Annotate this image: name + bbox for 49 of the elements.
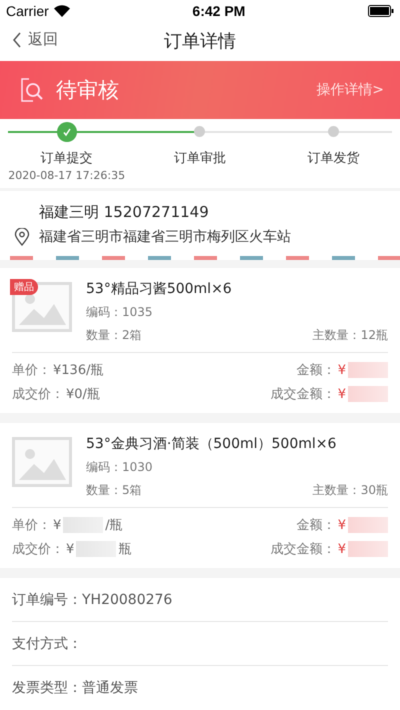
info-label: 支付方式： [12, 634, 82, 652]
price-value: ¥ [66, 542, 74, 556]
main-quantity: 主数量：30瓶 [312, 482, 388, 499]
price-value: ¥ [338, 542, 346, 556]
price-value: ¥136/瓶 [53, 362, 104, 379]
price-value: ¥ [53, 518, 62, 532]
price-value: ¥ [338, 518, 346, 532]
page-title: 订单详情 [164, 30, 236, 53]
info-value: YH20080276 [82, 592, 172, 608]
step-label: 订单提交 [40, 150, 93, 167]
image-placeholder-icon [12, 437, 72, 487]
price-value: ¥ [338, 386, 346, 402]
price-value: ¥0/瓶 [66, 386, 100, 403]
main-quantity: 主数量：12瓶 [312, 327, 388, 344]
price-unit: 瓶 [118, 541, 132, 558]
location-pin-icon [14, 228, 30, 246]
clock-time: 6:42 PM [192, 2, 246, 19]
order-status: 待审核 [56, 76, 119, 104]
price-label: 金额： [296, 362, 336, 379]
step-label: 订单发货 [307, 150, 360, 167]
info-label: 订单编号： [12, 590, 82, 608]
price-label: 金额： [296, 517, 336, 534]
product-code: 编码：1035 [86, 304, 154, 321]
info-value: 普通发票 [82, 679, 138, 697]
wifi-icon [54, 4, 70, 17]
product-name: 53°金典习酒·简装（500ml）500ml×6 [86, 435, 338, 453]
price-unit: /瓶 [105, 517, 123, 534]
gift-badge: 赠品 [10, 279, 38, 295]
product-name: 53°精品习酱500ml×6 [86, 280, 233, 298]
price-label: 单价： [12, 517, 51, 534]
contact-name-phone: 福建三明 15207271149 [38, 203, 210, 222]
quantity: 数量：2箱 [86, 327, 142, 344]
back-button[interactable]: 返回 [12, 30, 58, 50]
step-label: 订单审批 [174, 150, 226, 167]
price-label: 单价： [12, 362, 51, 379]
price-value: ¥ [338, 362, 346, 378]
price-label: 成交金额： [270, 541, 336, 558]
price-label: 成交价： [12, 386, 64, 403]
delivery-address: 福建省三明市福建省三明市梅列区火车站 [39, 228, 291, 246]
carrier-name: Carrier [6, 2, 49, 19]
product-code: 编码：1030 [86, 459, 154, 476]
battery-icon [368, 4, 394, 17]
price-label: 成交金额： [270, 386, 336, 403]
info-label: 发票类型： [12, 679, 82, 697]
chevron-left-icon [12, 32, 22, 48]
price-label: 成交价： [12, 541, 64, 558]
quantity: 数量：5箱 [86, 482, 142, 499]
step-time: 2020-08-17 17:26:35 [8, 168, 126, 182]
image-placeholder-icon [12, 282, 72, 332]
